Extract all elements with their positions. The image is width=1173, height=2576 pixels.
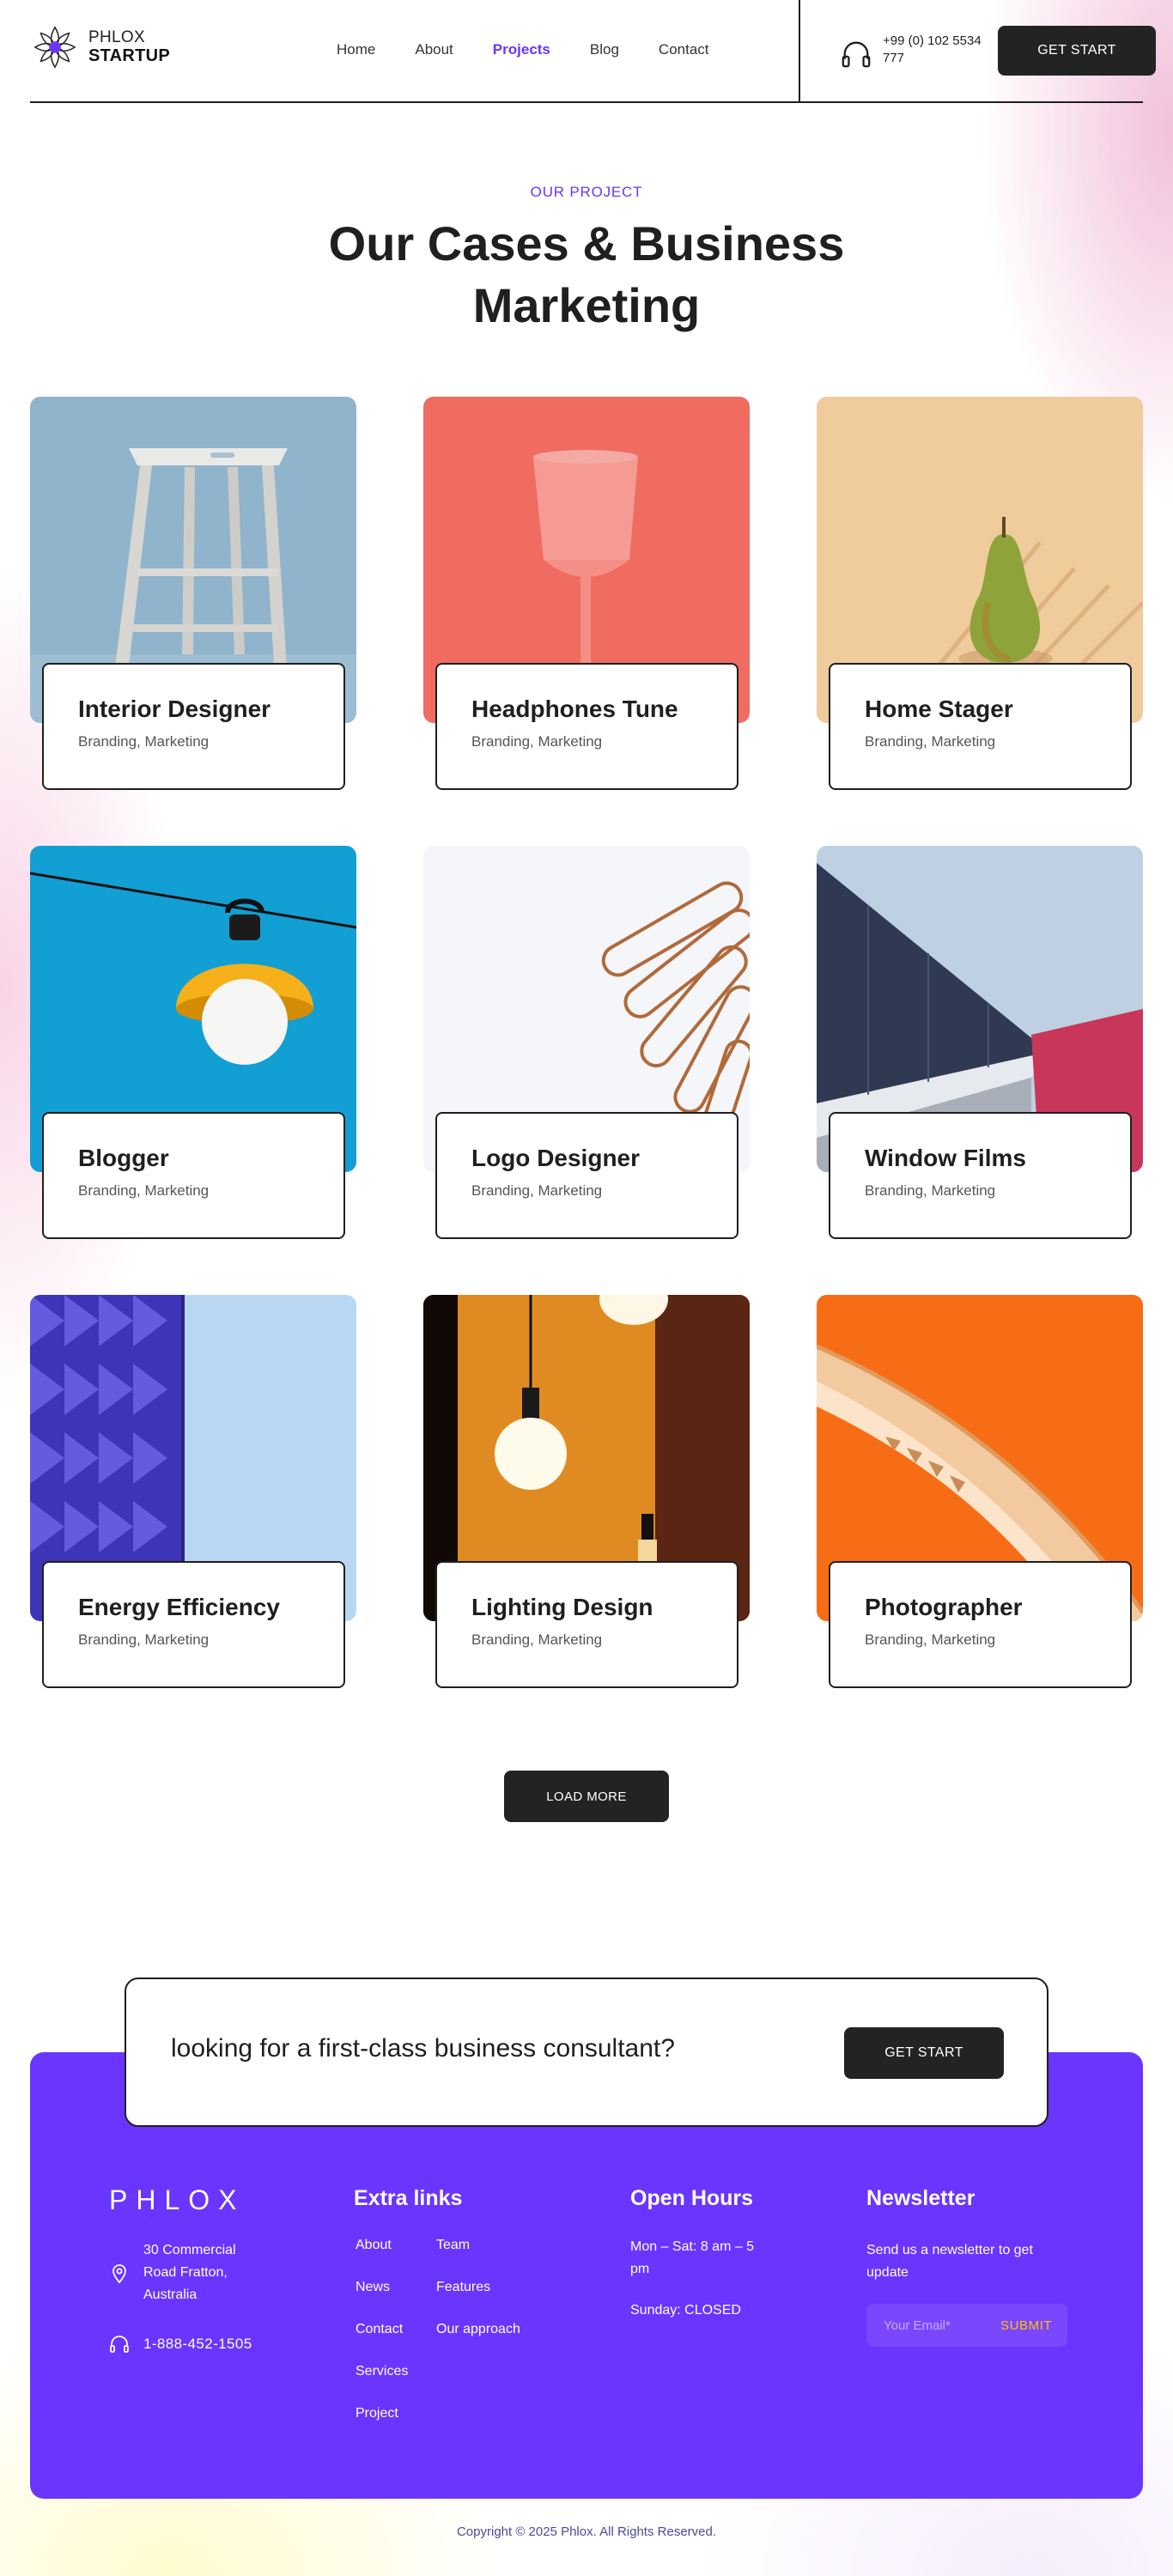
footer-link-services[interactable]: Services [356,2364,408,2406]
hours-weekday: Mon – Sat: 8 am – 5 pm [630,2239,755,2276]
extra-links-col1: About News Contact Services Project [356,2238,408,2448]
project-card-caption: Lighting Design Branding, Marketing [435,1561,738,1688]
project-tags: Branding, Marketing [78,1182,210,1199]
project-tags: Branding, Marketing [471,1182,603,1199]
project-card-caption: Interior Designer Branding, Marketing [42,663,345,790]
extra-links-heading: Extra links [354,2186,463,2210]
project-card-caption: Energy Efficiency Branding, Marketing [42,1561,345,1688]
project-card-caption: Headphones Tune Branding, Marketing [435,663,738,790]
project-card-headphones-tune[interactable]: Headphones Tune Branding, Marketing [423,397,750,792]
open-hours-heading: Open Hours [630,2186,754,2210]
project-title[interactable]: Window Films [865,1145,1130,1172]
project-card-home-stager[interactable]: Home Stager Branding, Marketing [817,397,1143,792]
location-pin-icon [112,2264,126,2284]
project-card-caption: Blogger Branding, Marketing [42,1112,345,1239]
project-card-interior-designer[interactable]: Interior Designer Branding, Marketing [30,397,356,792]
section-eyebrow: OUR PROJECT [530,184,643,200]
page-title: Our Cases & Business Marketing [328,216,845,332]
footer-link-project[interactable]: Project [356,2406,408,2448]
footer-address: 30 Commercial Road Fratton, Australia [109,2239,255,2306]
project-title[interactable]: Lighting Design [471,1594,737,1621]
project-card-caption: Home Stager Branding, Marketing [829,663,1132,790]
newsletter-email-input[interactable] [866,2318,995,2333]
site-header: PHLOX STARTUP Home About Projects Blog C… [0,0,1173,103]
project-title[interactable]: Blogger [78,1145,343,1172]
newsletter-text: Send us a newsletter to get update [866,2243,1033,2280]
nav-contact[interactable]: Contact [659,41,709,58]
newsletter-heading: Newsletter [866,2186,975,2210]
project-tags: Branding, Marketing [471,1631,603,1648]
footer-link-features[interactable]: Features [436,2280,520,2322]
project-card-photographer[interactable]: Photographer Branding, Marketing [817,1295,1143,1690]
project-card-window-films[interactable]: Window Films Branding, Marketing [817,846,1143,1241]
project-title[interactable]: Energy Efficiency [78,1594,343,1621]
footer-link-news[interactable]: News [356,2280,408,2322]
footer-logo[interactable]: PHLOX [109,2184,245,2216]
header-bottom-line [30,101,1143,103]
header-get-start-button[interactable]: GET START [998,26,1156,76]
newsletter-form: SUBMIT [866,2304,1067,2347]
project-card-caption: Logo Designer Branding, Marketing [435,1112,738,1239]
project-title[interactable]: Logo Designer [471,1145,737,1172]
project-tags: Branding, Marketing [78,1631,210,1648]
project-title[interactable]: Interior Designer [78,696,343,723]
footer-phone-number: 1-888-452-1505 [143,2336,252,2352]
cta-text: looking for a first-class business consu… [171,2034,675,2063]
project-tags: Branding, Marketing [865,1631,996,1648]
newsletter-submit-button[interactable]: SUBMIT [1000,2318,1052,2333]
site-logo[interactable]: PHLOX STARTUP [30,22,170,72]
footer-link-team[interactable]: Team [436,2238,520,2280]
nav-home[interactable]: Home [337,41,375,58]
header-phone-number: +99 (0) 102 5534 777 [883,33,982,66]
logo-bottom-text: STARTUP [88,46,171,66]
project-card-caption: Photographer Branding, Marketing [829,1561,1132,1688]
nav-about[interactable]: About [415,41,453,58]
project-card-logo-designer[interactable]: Logo Designer Branding, Marketing [423,846,750,1241]
project-tags: Branding, Marketing [78,733,210,750]
project-title[interactable]: Photographer [865,1594,1130,1621]
project-card-energy-efficiency[interactable]: Energy Efficiency Branding, Marketing [30,1295,356,1690]
project-tags: Branding, Marketing [471,733,603,750]
project-title[interactable]: Home Stager [865,696,1130,723]
load-more-button[interactable]: LOAD MORE [504,1771,669,1822]
main-nav: Home About Projects Blog Contact [337,41,749,58]
extra-links-col2: Team Features Our approach [436,2238,520,2364]
headphones-icon [842,41,871,68]
project-card-lighting-design[interactable]: Lighting Design Branding, Marketing [423,1295,750,1690]
project-card-blogger[interactable]: Blogger Branding, Marketing [30,846,356,1241]
nav-projects[interactable]: Projects [493,41,550,58]
project-card-caption: Window Films Branding, Marketing [829,1112,1132,1239]
footer-link-contact[interactable]: Contact [356,2322,408,2364]
footer-link-about[interactable]: About [356,2238,408,2280]
project-tags: Branding, Marketing [865,733,996,750]
cta-banner: looking for a first-class business consu… [125,1978,1048,2127]
nav-blog[interactable]: Blog [590,41,619,58]
cta-get-start-button[interactable]: GET START [844,2027,1004,2079]
footer-phone[interactable]: 1-888-452-1505 [109,2334,252,2354]
header-phone[interactable]: +99 (0) 102 5534 777 [840,33,989,70]
hours-sunday: Sunday: CLOSED [630,2303,741,2318]
headphones-icon [110,2336,129,2353]
header-divider [799,0,800,101]
project-title[interactable]: Headphones Tune [471,696,737,723]
project-tags: Branding, Marketing [865,1182,996,1199]
footer-link-our-approach[interactable]: Our approach [436,2322,520,2364]
footer-address-text: 30 Commercial Road Fratton, Australia [143,2243,236,2302]
flower-logo-icon [33,26,76,69]
copyright-text: Copyright © 2025 Phlox. All Rights Reser… [456,2524,717,2539]
logo-top-text: PHLOX [88,27,145,46]
